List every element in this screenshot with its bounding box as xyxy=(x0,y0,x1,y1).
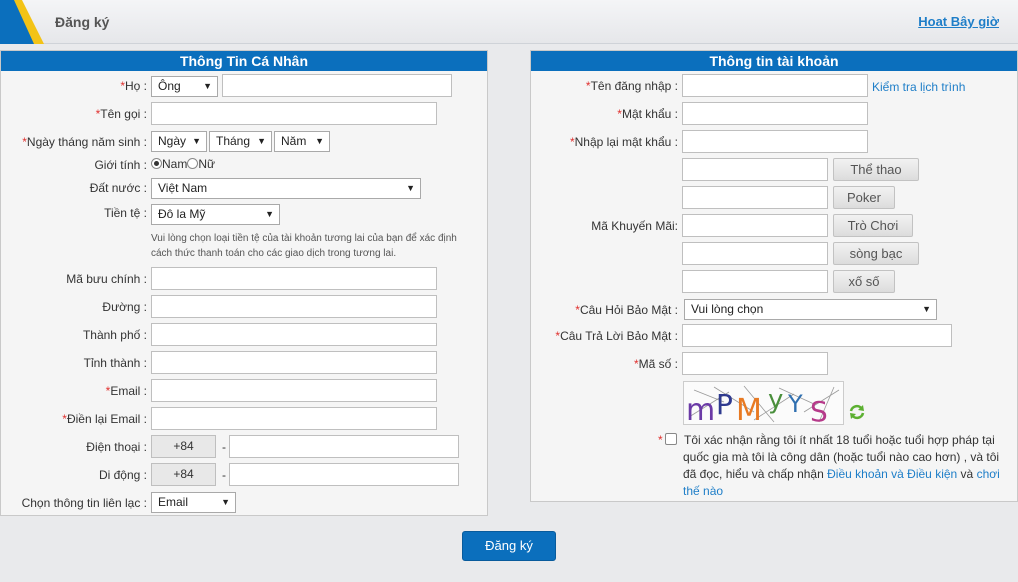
password-confirm-label: *Nhập lại mật khẩu : xyxy=(569,135,678,149)
gender-female-radio[interactable] xyxy=(187,158,199,169)
svg-text:S: S xyxy=(810,395,828,425)
gender-male-label: Nam xyxy=(162,157,188,171)
currency-label: Tiền tệ : xyxy=(104,206,147,220)
contact-select[interactable]: Email ▼ xyxy=(151,492,236,513)
email-input[interactable] xyxy=(151,379,437,402)
promo-input-sports[interactable] xyxy=(682,158,828,181)
email-label: *Email : xyxy=(105,384,147,398)
password-input[interactable] xyxy=(682,102,868,125)
login-link[interactable]: Hoat Bây giờ xyxy=(918,14,999,29)
mobile-input[interactable] xyxy=(229,463,459,486)
ho-label: *Họ : xyxy=(120,79,147,93)
username-input[interactable] xyxy=(682,74,868,97)
street-input[interactable] xyxy=(151,295,437,318)
currency-select[interactable]: Đô la Mỹ ▼ xyxy=(151,204,280,225)
terms-text-block: Tôi xác nhận rằng tôi ít nhất 18 tuổi ho… xyxy=(683,432,1013,500)
phone-label: Điện thoại : xyxy=(86,440,147,454)
promo-button-lottery[interactable]: xố số xyxy=(833,270,895,293)
security-question-label: *Câu Hỏi Bảo Mật : xyxy=(575,303,678,317)
title-select[interactable]: Ông ▼ xyxy=(151,76,218,97)
security-question-select[interactable]: Vui lòng chọn ▼ xyxy=(684,299,937,320)
mobile-label: Di động : xyxy=(98,468,147,482)
terms-link[interactable]: Điều khoản và Điều kiện xyxy=(827,467,957,481)
ten-goi-label: *Tên gọi : xyxy=(95,107,147,121)
email-confirm-input[interactable] xyxy=(151,407,437,430)
register-button[interactable]: Đăng ký xyxy=(462,531,556,561)
gender-female-label: Nữ xyxy=(198,157,216,171)
password-confirm-input[interactable] xyxy=(682,130,868,153)
terms-required-mark: * xyxy=(658,433,663,447)
dob-year-select[interactable]: Năm ▼ xyxy=(274,131,330,152)
promo-input-casino[interactable] xyxy=(682,242,828,265)
gender-male-radio[interactable] xyxy=(151,158,162,169)
postal-label: Mã bưu chính : xyxy=(66,272,147,286)
phone-input[interactable] xyxy=(229,435,459,458)
mobile-dash: - xyxy=(222,468,226,482)
check-schedule-link[interactable]: Kiểm tra lịch trình xyxy=(872,80,965,94)
security-answer-label: *Câu Trả Lời Bảo Mật : xyxy=(555,329,678,343)
gender-label: Giới tính : xyxy=(94,158,147,172)
dob-label: *Ngày tháng năm sinh : xyxy=(22,135,147,149)
code-input[interactable] xyxy=(682,352,828,375)
country-select[interactable]: Việt Nam ▼ xyxy=(151,178,421,199)
svg-text:m: m xyxy=(686,393,715,425)
currency-hint: Vui lòng chọn loại tiền tệ của tài khoản… xyxy=(151,233,457,259)
captcha-graphic: m P M y Y S xyxy=(684,382,843,425)
city-label: Thành phố : xyxy=(82,328,147,342)
top-bar: Đăng ký Hoat Bây giờ xyxy=(0,0,1018,44)
security-answer-input[interactable] xyxy=(682,324,952,347)
dob-day-select[interactable]: Ngày ▼ xyxy=(151,131,207,152)
svg-text:M: M xyxy=(736,393,762,425)
logo-stripe xyxy=(0,0,50,44)
given-name-input[interactable] xyxy=(151,102,437,125)
gender-options: Nam Nữ xyxy=(151,157,215,171)
promo-label: Mã Khuyến Mãi: xyxy=(591,219,678,233)
contact-label: Chọn thông tin liên lạc : xyxy=(21,496,147,510)
terms-and: và xyxy=(960,467,974,481)
page-title: Đăng ký xyxy=(55,14,110,30)
province-label: Tỉnh thành : xyxy=(83,356,147,370)
city-input[interactable] xyxy=(151,323,437,346)
postal-input[interactable] xyxy=(151,267,437,290)
promo-input-poker[interactable] xyxy=(682,186,828,209)
refresh-captcha-icon[interactable] xyxy=(848,403,866,421)
promo-input-games[interactable] xyxy=(682,214,828,237)
promo-button-casino[interactable]: sòng bạc xyxy=(833,242,919,265)
svg-text:P: P xyxy=(716,388,733,421)
promo-button-poker[interactable]: Poker xyxy=(833,186,895,209)
street-label: Đường : xyxy=(102,300,147,314)
code-label: *Mã số : xyxy=(633,357,678,371)
svg-text:y: y xyxy=(768,385,783,415)
mobile-code: +84 xyxy=(151,463,216,486)
personal-info-heading: Thông Tin Cá Nhân xyxy=(1,51,487,71)
country-label: Đất nước : xyxy=(89,181,147,195)
phone-code: +84 xyxy=(151,435,216,458)
captcha-image: m P M y Y S xyxy=(683,381,844,425)
terms-checkbox[interactable] xyxy=(665,433,677,445)
promo-button-sports[interactable]: Thể thao xyxy=(833,158,919,181)
surname-input[interactable] xyxy=(222,74,452,97)
province-input[interactable] xyxy=(151,351,437,374)
phone-dash: - xyxy=(222,440,226,454)
password-label: *Mật khẩu : xyxy=(617,107,678,121)
promo-input-lottery[interactable] xyxy=(682,270,828,293)
promo-button-games[interactable]: Trò Chơi xyxy=(833,214,913,237)
email-confirm-label: *Điền lại Email : xyxy=(62,412,147,426)
account-info-heading: Thông tin tài khoản xyxy=(531,51,1017,71)
username-label: *Tên đăng nhập : xyxy=(585,79,678,93)
dob-month-select[interactable]: Tháng ▼ xyxy=(209,131,272,152)
svg-text:Y: Y xyxy=(787,390,803,418)
